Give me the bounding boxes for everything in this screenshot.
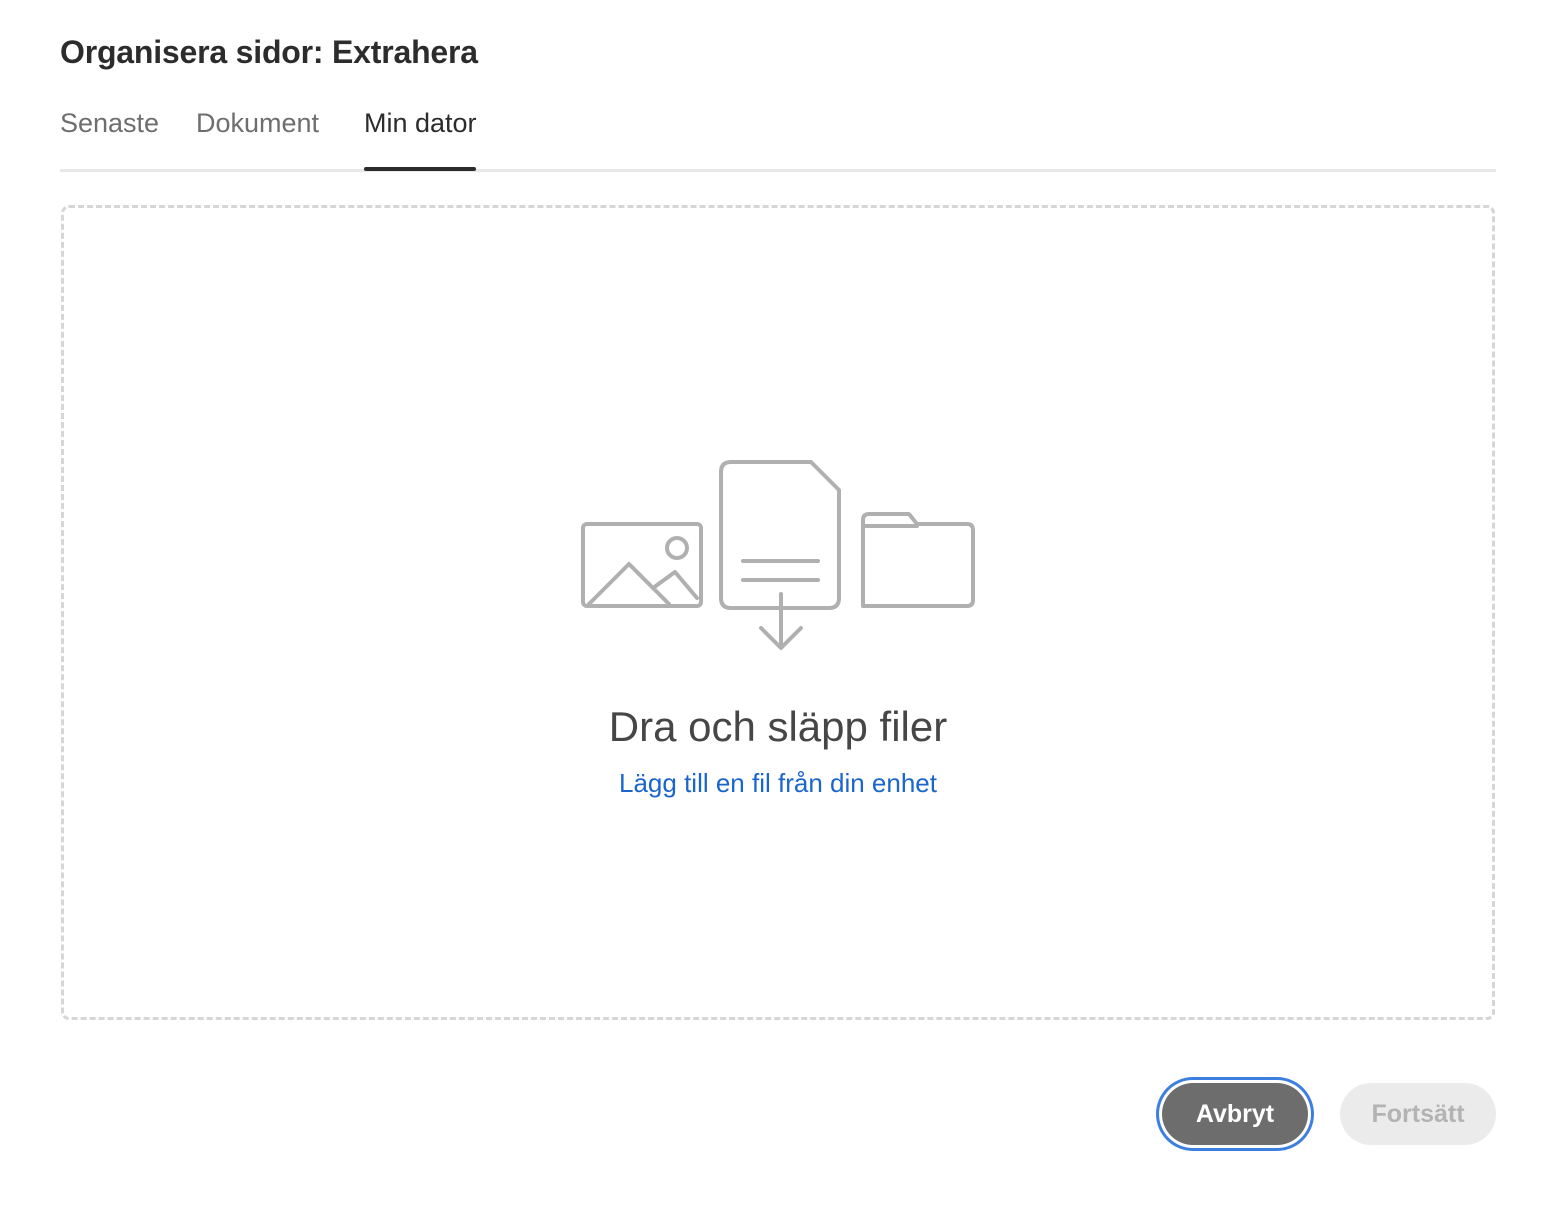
image-icon (581, 522, 703, 608)
upload-illustration (581, 460, 975, 650)
source-tabs: Senaste Dokument Min dator (60, 100, 1496, 172)
tab-recent[interactable]: Senaste (60, 108, 159, 139)
tab-documents[interactable]: Dokument (196, 108, 319, 139)
add-file-link[interactable]: Lägg till en fil från din enhet (64, 768, 1492, 799)
extract-pages-dialog: Organisera sidor: Extrahera Senaste Doku… (0, 0, 1552, 1216)
file-dropzone[interactable]: Dra och släpp filer Lägg till en fil frå… (61, 205, 1495, 1020)
dropzone-heading: Dra och släpp filer (608, 703, 948, 750)
continue-button[interactable]: Fortsätt (1340, 1083, 1496, 1145)
tab-selected-indicator (364, 167, 476, 171)
dialog-title: Organisera sidor: Extrahera (60, 34, 478, 70)
document-download-icon (719, 460, 841, 650)
folder-icon (861, 512, 975, 608)
tab-my-computer[interactable]: Min dator (364, 108, 477, 139)
cancel-button[interactable]: Avbryt (1162, 1083, 1308, 1145)
